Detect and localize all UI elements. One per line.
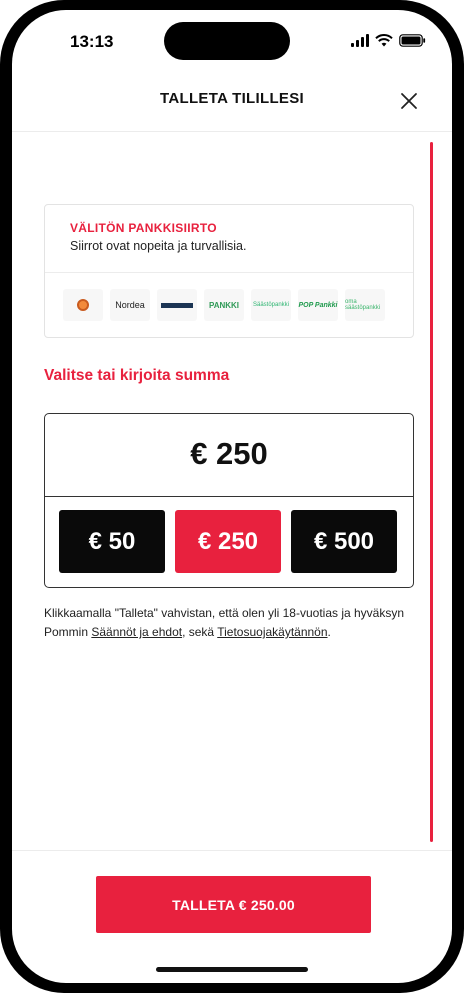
- close-button[interactable]: [396, 88, 422, 114]
- s-pankki-label: PANKKI: [208, 300, 240, 310]
- close-icon: [401, 93, 417, 109]
- s-pankki-logo[interactable]: PANKKI: [204, 289, 244, 321]
- divider: [45, 272, 413, 273]
- danske-bank-logo[interactable]: [157, 289, 197, 321]
- divider: [45, 496, 413, 497]
- nordea-logo[interactable]: Nordea: [110, 289, 150, 321]
- pop-pankki-label: POP Pankki: [298, 301, 338, 309]
- danske-bank-icon: [161, 302, 193, 308]
- saastopankki-label: Säästöpankki: [252, 302, 290, 308]
- preset-50-button[interactable]: € 50: [59, 510, 165, 573]
- scrollbar[interactable]: [430, 142, 433, 842]
- phone-frame: 13:13 TALLETA TILILLESI VÄLITÖN PANKKISI…: [0, 0, 464, 993]
- home-indicator[interactable]: [156, 967, 308, 972]
- preset-500-button[interactable]: € 500: [291, 510, 397, 573]
- instant-bank-transfer-card[interactable]: VÄLITÖN PANKKISIIRTO Siirrot ovat nopeit…: [44, 204, 414, 338]
- saastopankki-logo[interactable]: Säästöpankki: [251, 289, 291, 321]
- screen: 13:13 TALLETA TILILLESI VÄLITÖN PANKKISI…: [12, 10, 452, 983]
- oma-saastopankki-label: oma säästöpankki: [345, 299, 381, 311]
- terms-and-conditions-link[interactable]: Säännöt ja ehdot: [91, 625, 182, 639]
- amount-heading: Valitse tai kirjoita summa: [44, 367, 230, 384]
- preset-250-button[interactable]: € 250: [175, 510, 281, 573]
- signal-icon: [351, 34, 369, 47]
- bank-card-title: VÄLITÖN PANKKISIIRTO: [70, 221, 217, 235]
- terms-text: Klikkaamalla "Talleta" vahvistan, että o…: [44, 604, 414, 642]
- terms-text-2: , sekä: [182, 625, 218, 639]
- op-bank-logo[interactable]: [63, 289, 103, 321]
- dynamic-island: [164, 22, 290, 60]
- oma-saastopankki-logo[interactable]: oma säästöpankki: [345, 289, 385, 321]
- op-bank-icon: [77, 299, 89, 311]
- battery-icon: [399, 34, 426, 47]
- status-icons: [351, 34, 426, 47]
- footer-divider: [12, 850, 452, 851]
- deposit-button[interactable]: TALLETA € 250.00: [96, 876, 371, 933]
- privacy-policy-link[interactable]: Tietosuojakäytännön: [217, 625, 327, 639]
- terms-text-3: .: [327, 625, 331, 639]
- wifi-icon: [375, 34, 393, 47]
- bank-card-subtitle: Siirrot ovat nopeita ja turvallisia.: [70, 239, 247, 253]
- modal-header: TALLETA TILILLESI: [12, 72, 452, 132]
- pop-pankki-logo[interactable]: POP Pankki: [298, 289, 338, 321]
- status-time: 13:13: [70, 32, 114, 51]
- bank-logo-list: Nordea PANKKI Säästöpankki POP Pankki om…: [63, 289, 385, 321]
- page-title: TALLETA TILILLESI: [160, 90, 304, 107]
- nordea-label: Nordea: [115, 300, 145, 310]
- amount-selector: € 250 € 50 € 250 € 500: [44, 413, 414, 588]
- amount-input[interactable]: € 250: [45, 436, 413, 472]
